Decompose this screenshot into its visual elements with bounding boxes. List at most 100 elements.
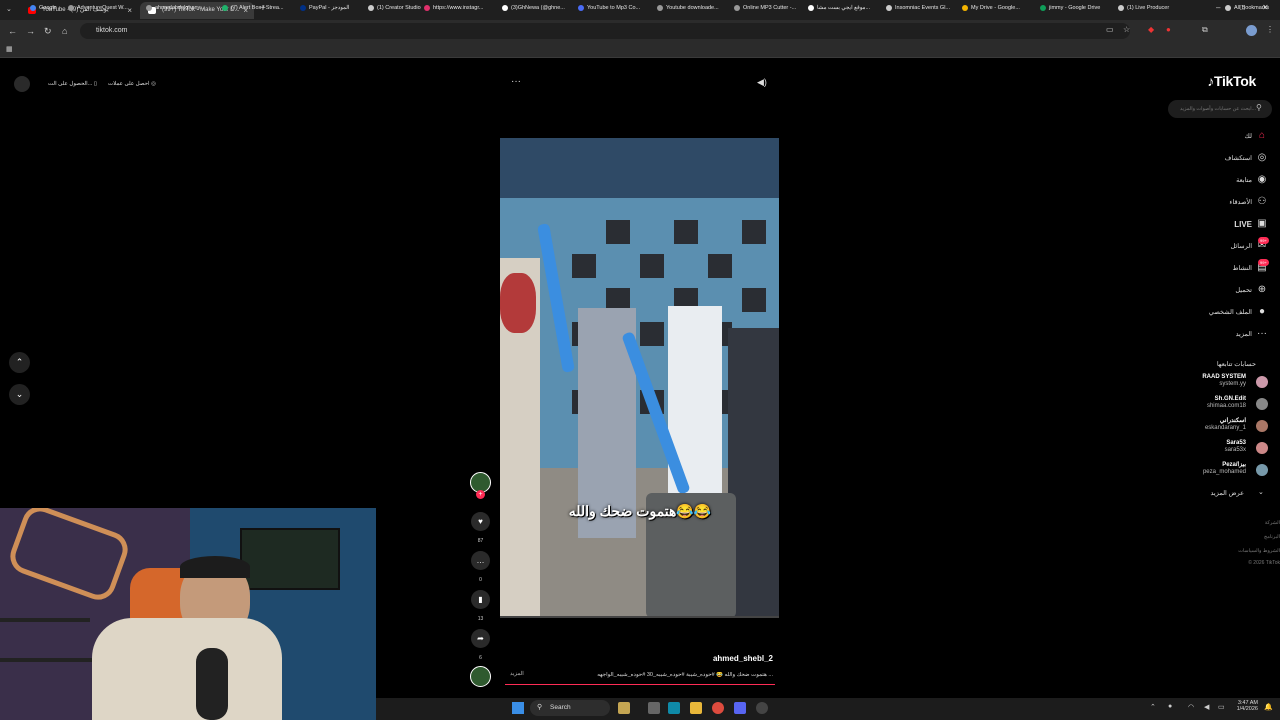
friends-icon[interactable]: ⚇ [1256, 196, 1268, 208]
account-avatar[interactable] [1256, 376, 1268, 388]
battery-icon[interactable]: ▭ [1218, 703, 1225, 711]
see-more-link[interactable]: عرض المزيد [1211, 489, 1244, 497]
bookmark-item[interactable]: PayPal - المودجز [300, 3, 349, 13]
account-avatar[interactable] [1256, 464, 1268, 476]
bookmark-item[interactable]: (1) Live Producer [1118, 3, 1169, 13]
sidebar-item-friends[interactable]: الأصدقاء [1229, 198, 1252, 206]
bookmark-item[interactable]: Online MP3 Cutter -... [734, 3, 796, 13]
bookmark-item[interactable]: All Bookmarks [1225, 3, 1269, 13]
cast-icon[interactable]: ▭ [1106, 25, 1114, 34]
followed-account[interactable]: RAAD SYSTEM system.yy [1202, 374, 1246, 388]
star-icon[interactable]: ☆ [1123, 25, 1130, 34]
sidebar-item-following[interactable]: متابعة [1236, 176, 1252, 184]
compass-icon[interactable]: ◎ [1256, 152, 1268, 164]
account-avatar[interactable] [1256, 442, 1268, 454]
upload-icon[interactable]: ⊕ [1256, 284, 1268, 296]
extensions-icon[interactable]: ⧉ [1202, 25, 1208, 35]
save-button[interactable]: ▮ [471, 590, 490, 609]
widgets-icon[interactable] [618, 702, 630, 714]
music-disc-icon[interactable] [470, 666, 491, 687]
extension-icon[interactable]: ◆ [1148, 25, 1154, 34]
footer-terms[interactable]: الشروط والسياسات [1238, 548, 1280, 554]
previous-video-button[interactable]: ⌃ [9, 352, 30, 373]
reload-icon[interactable]: ↻ [44, 24, 52, 38]
bookmark-item[interactable]: AdventureQuest W... [68, 3, 128, 13]
sidebar-item-activity[interactable]: النشاط [1232, 264, 1252, 272]
bookmark-item[interactable]: ahmedabdelghany... [146, 3, 204, 13]
clock[interactable]: 3:47 AM 1/4/2026 [1232, 700, 1258, 712]
obs-icon[interactable] [756, 702, 768, 714]
close-icon[interactable]: × [127, 2, 132, 19]
sidebar-item-compass[interactable]: استكشاف [1225, 154, 1252, 162]
footer-company[interactable]: الشركة [1265, 520, 1280, 526]
wifi-icon[interactable]: ◠ [1188, 703, 1194, 711]
bookmark-item[interactable]: https://www.instagr... [424, 3, 483, 13]
discord-icon[interactable] [734, 702, 746, 714]
search-icon[interactable]: ⚲ [1256, 103, 1262, 112]
url-field[interactable]: tiktok.com [80, 23, 1130, 39]
bookmark-item[interactable]: YouTube to Mp3 Co... [578, 3, 640, 13]
bookmark-item[interactable]: (7) Alert Box / Strea... [222, 3, 284, 13]
get-app-button[interactable]: الحصول على الت... ▯ [44, 77, 101, 91]
bookmark-label: (3)GhNewa (@ghne... [511, 5, 565, 11]
file-explorer-icon[interactable] [690, 702, 702, 714]
bookmark-item[interactable]: موقع ايجي بست مشا... [808, 3, 870, 13]
tray-chevron-icon[interactable]: ⌃ [1150, 703, 1156, 711]
like-button[interactable]: ♥ [471, 512, 490, 531]
minimize-button[interactable]: – [1216, 3, 1220, 12]
home-nav-icon[interactable]: ⌂ [62, 24, 67, 38]
live-icon[interactable]: ▣ [1256, 218, 1268, 230]
sidebar-item-messages[interactable]: الرسائل [1230, 242, 1252, 250]
bookmark-item[interactable]: Google [30, 3, 57, 13]
account-avatar[interactable] [1256, 398, 1268, 410]
followed-account[interactable]: Peza/بيزا peza_mohamed [1203, 462, 1246, 476]
sidebar-item-upload[interactable]: تحميل [1235, 286, 1252, 294]
bookmark-item[interactable]: (1) Creator Studio [368, 3, 421, 13]
get-coins-button[interactable]: احصل على عملات ◎ [104, 77, 160, 91]
followed-account[interactable]: اسكندراني eskandarany_1 [1205, 418, 1246, 432]
apps-icon[interactable]: ▦ [6, 45, 13, 53]
sidebar-item-live[interactable]: LIVE [1234, 220, 1252, 229]
followed-account[interactable]: Sh.GN.Edit shimaa.com18 [1207, 396, 1246, 410]
profile-avatar[interactable] [1246, 25, 1257, 36]
tab-search-icon[interactable]: ⌄ [6, 5, 12, 13]
windows-start-icon[interactable] [512, 702, 524, 714]
tiktok-logo[interactable]: ♪TikTok [1207, 73, 1256, 89]
video-player[interactable] [500, 138, 779, 618]
followed-account[interactable]: Sara53 sara53x [1225, 440, 1246, 454]
sidebar-item-more[interactable]: المزيد [1236, 330, 1252, 338]
bookmark-item[interactable]: jimmy - Google Drive [1040, 3, 1100, 13]
task-view-icon[interactable] [648, 702, 660, 714]
forward-icon[interactable]: → [26, 24, 35, 38]
bookmark-item[interactable]: Youtube downloade... [657, 3, 719, 13]
video-author[interactable]: ahmed_shebl_2 [700, 654, 773, 663]
speaker-icon[interactable]: ◀ [1204, 703, 1209, 711]
follow-plus-icon[interactable]: + [476, 490, 485, 499]
user-avatar[interactable] [14, 76, 30, 92]
extension-icon[interactable]: ● [1166, 25, 1171, 34]
more-options-icon[interactable]: ··· [511, 76, 521, 87]
next-video-button[interactable]: ⌄ [9, 384, 30, 405]
menu-icon[interactable]: ⋮ [1266, 25, 1274, 34]
volume-icon[interactable]: ◀) [757, 77, 767, 88]
chrome-icon[interactable] [712, 702, 724, 714]
account-avatar[interactable] [1256, 420, 1268, 432]
bookmark-item[interactable]: (3)GhNewa (@ghne... [502, 3, 565, 13]
mic-icon[interactable]: ● [1168, 703, 1172, 710]
following-icon[interactable]: ◉ [1256, 174, 1268, 186]
comment-button[interactable]: … [471, 551, 490, 570]
footer-program[interactable]: البرنامج [1264, 534, 1280, 540]
see-more-description[interactable]: المزيد [510, 671, 524, 677]
more-icon[interactable]: ··· [1256, 328, 1268, 340]
share-button[interactable]: ➦ [471, 629, 490, 648]
sidebar-item-profile[interactable]: الملف الشخصي [1209, 308, 1252, 316]
sidebar-item-home[interactable]: لك [1245, 132, 1252, 140]
bookmark-item[interactable]: My Drive - Google... [962, 3, 1020, 13]
back-icon[interactable]: ← [8, 24, 17, 38]
bookmark-item[interactable]: Insomniac Events Gl... [886, 3, 950, 13]
edge-icon[interactable] [668, 702, 680, 714]
profile-icon[interactable]: ● [1256, 306, 1268, 318]
home-icon[interactable]: ⌂ [1256, 130, 1268, 142]
notification-icon[interactable]: 🔔 [1264, 703, 1273, 711]
video-progress-track[interactable] [500, 616, 779, 618]
